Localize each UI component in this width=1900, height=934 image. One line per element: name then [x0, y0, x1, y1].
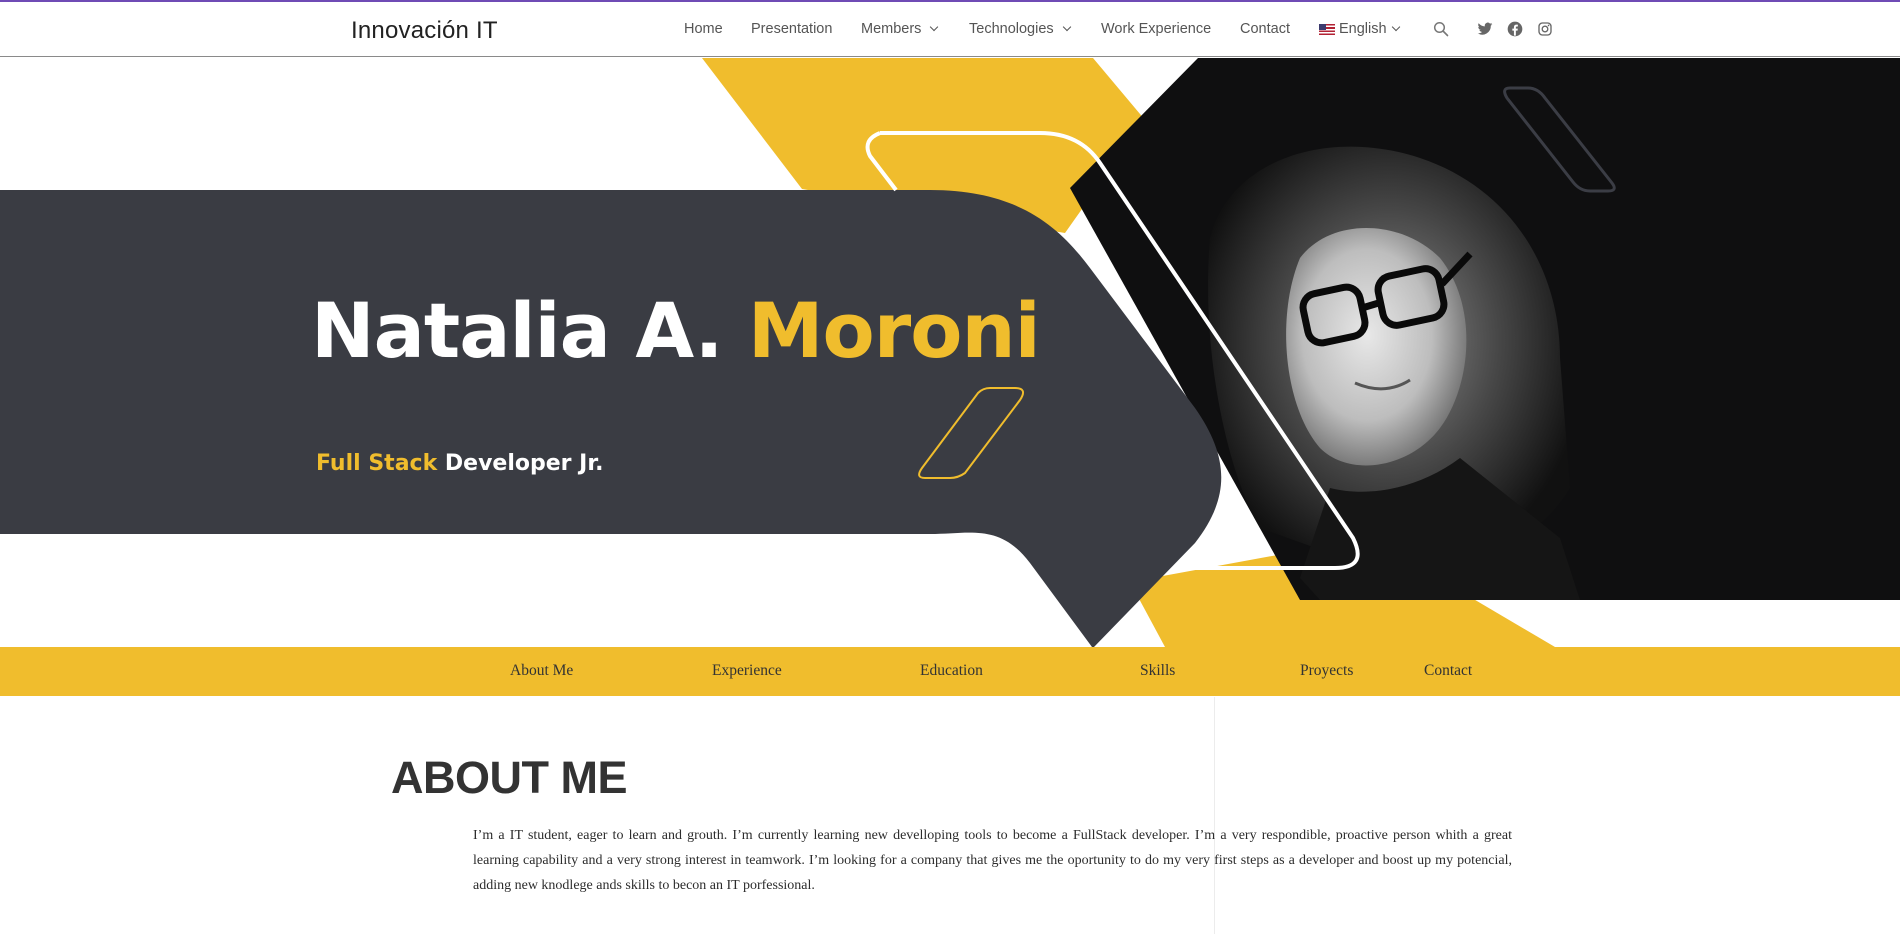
hero-banner: Natalia A. Moroni Full Stack Developer J… — [0, 58, 1900, 647]
nav-home-label: Home — [684, 21, 723, 37]
nav-home[interactable]: Home — [684, 21, 723, 37]
section-nav: About Me Experience Education Skills Pro… — [0, 647, 1900, 696]
section-nav-contact[interactable]: Contact — [1424, 662, 1472, 680]
nav-contact[interactable]: Contact — [1240, 21, 1290, 37]
chevron-down-icon — [930, 22, 939, 32]
site-brand[interactable]: Innovación IT — [351, 17, 498, 45]
hero-last-name: Moroni — [747, 286, 1041, 375]
site-header: Innovación IT Home Presentation Members … — [0, 2, 1900, 57]
nav-technologies[interactable]: Technologies — [969, 21, 1071, 37]
content-divider — [1214, 697, 1215, 934]
section-nav-proyects[interactable]: Proyects — [1300, 662, 1353, 680]
dark-name-panel — [0, 190, 1222, 647]
section-nav-skills[interactable]: Skills — [1140, 662, 1175, 680]
language-selector[interactable]: English — [1319, 21, 1400, 37]
hero-subtitle-highlight: Full Stack — [316, 451, 438, 476]
nav-contact-label: Contact — [1240, 21, 1290, 37]
nav-work-experience[interactable]: Work Experience — [1101, 21, 1211, 37]
language-label: English — [1339, 21, 1387, 37]
nav-presentation[interactable]: Presentation — [751, 21, 832, 37]
us-flag-icon — [1319, 23, 1335, 35]
instagram-icon[interactable] — [1537, 21, 1555, 39]
section-nav-education[interactable]: Education — [920, 662, 983, 680]
hero-subtitle-rest: Developer Jr. — [444, 451, 604, 476]
hero-subtitle: Full Stack Developer Jr. — [316, 451, 603, 476]
search-icon[interactable] — [1433, 21, 1451, 39]
hero-first-name: Natalia A. — [311, 286, 723, 375]
about-text: I’m a IT student, eager to learn and gro… — [473, 828, 1512, 893]
chevron-down-icon — [1062, 22, 1071, 32]
chevron-down-icon — [1391, 22, 1400, 32]
nav-presentation-label: Presentation — [751, 21, 833, 37]
nav-members-label: Members — [861, 21, 922, 37]
section-nav-about[interactable]: About Me — [510, 662, 573, 680]
hero-name: Natalia A. Moroni — [311, 286, 1041, 375]
nav-members[interactable]: Members — [861, 21, 939, 37]
section-nav-experience[interactable]: Experience — [712, 662, 782, 680]
about-title: ABOUT ME — [391, 752, 628, 803]
nav-technologies-label: Technologies — [969, 21, 1054, 37]
facebook-icon[interactable] — [1507, 21, 1525, 39]
nav-work-experience-label: Work Experience — [1101, 21, 1212, 37]
twitter-icon[interactable] — [1477, 21, 1495, 39]
